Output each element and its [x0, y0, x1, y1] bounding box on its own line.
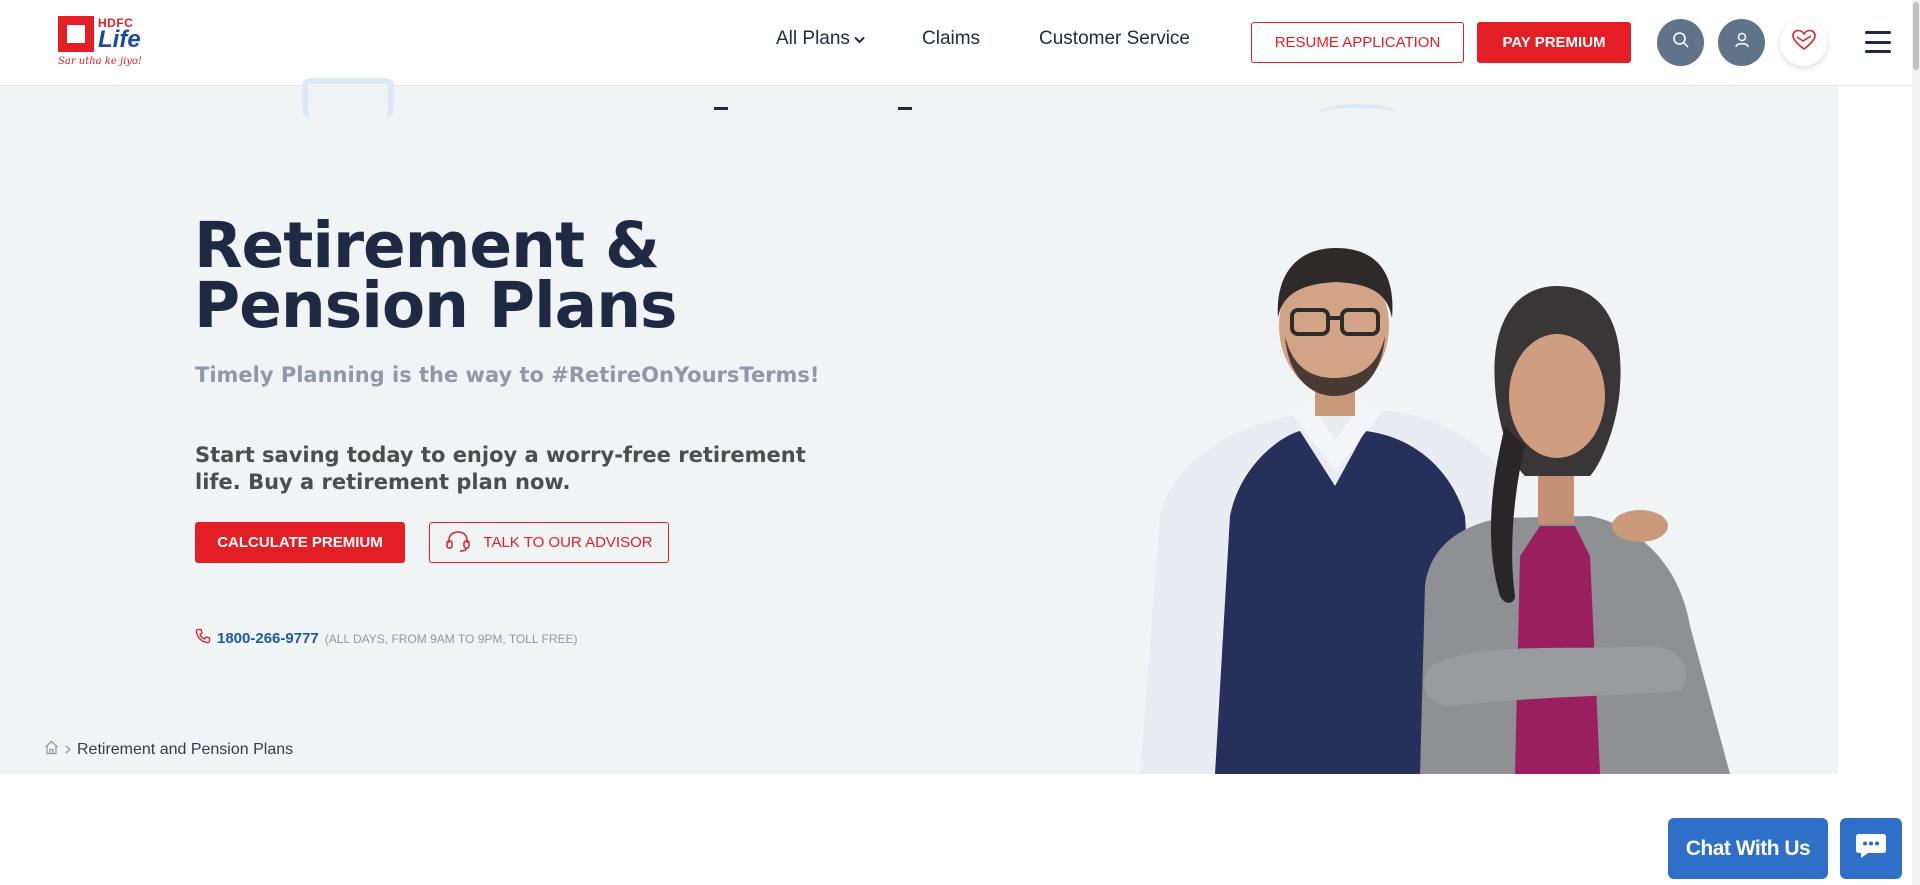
- breadcrumb-separator-icon: [65, 743, 71, 757]
- menu-bar: [1865, 31, 1891, 34]
- page-title: Retirement & Pension Plans: [194, 209, 678, 342]
- nav-all-plans[interactable]: All Plans: [776, 28, 865, 50]
- logo-tagline: Sar utha ke jiyo!: [58, 56, 142, 67]
- nav-claims[interactable]: Claims: [922, 28, 980, 50]
- talk-to-advisor-label: TALK TO OUR ADVISOR: [483, 534, 653, 551]
- menu-bar: [1865, 40, 1891, 44]
- breadcrumb-current: Retirement and Pension Plans: [77, 741, 294, 758]
- hdfc-life-logo[interactable]: HDFC Life Sar utha ke jiyo!: [58, 16, 148, 72]
- nav-all-plans-label: All Plans: [776, 28, 850, 49]
- wishlist-button[interactable]: [1780, 19, 1827, 66]
- nav-customer-service[interactable]: Customer Service: [1039, 28, 1190, 50]
- pay-premium-button[interactable]: PAY PREMIUM: [1477, 22, 1631, 63]
- hamburger-icon[interactable]: [1865, 31, 1891, 53]
- account-button[interactable]: [1718, 19, 1765, 66]
- resume-application-button[interactable]: RESUME APPLICATION: [1251, 22, 1464, 63]
- retired-couple-image: [1140, 248, 1730, 774]
- site-header: HDFC Life Sar utha ke jiyo! All Plans Cl…: [0, 0, 1920, 86]
- logo-name: Life: [98, 26, 141, 53]
- breadcrumb: Retirement and Pension Plans: [44, 740, 293, 760]
- hero-subtitle: Timely Planning is the way to #RetireOnY…: [195, 363, 820, 387]
- calculate-premium-button[interactable]: CALCULATE PREMIUM: [195, 522, 405, 563]
- search-icon: [1672, 31, 1690, 54]
- page: HDFC Life Sar utha ke jiyo! All Plans Cl…: [0, 0, 1920, 885]
- talk-to-advisor-button[interactable]: TALK TO OUR ADVISOR: [429, 522, 669, 563]
- feature-card-icon: [302, 78, 394, 118]
- phone-contact: 1800-266-9777 (ALL DAYS, FROM 9AM TO 9PM…: [195, 628, 578, 649]
- phone-icon: [195, 628, 211, 649]
- hero-description: Start saving today to enjoy a worry-free…: [195, 443, 806, 494]
- headset-icon: [445, 530, 471, 556]
- feature-heading-fragment: [714, 107, 728, 110]
- menu-bar: [1865, 50, 1891, 53]
- heart-icon: [1791, 28, 1817, 57]
- chevron-down-icon: [854, 33, 865, 47]
- chat-with-us-button[interactable]: Chat With Us: [1668, 818, 1828, 879]
- phone-number-link[interactable]: 1800-266-9777: [217, 630, 319, 647]
- features-section: [0, 774, 1920, 885]
- feature-illustration: [1318, 104, 1398, 124]
- chat-bubble-icon: [1854, 831, 1888, 866]
- page-scrollbar-thumb[interactable]: [1913, 2, 1919, 70]
- feature-heading-fragment: [898, 107, 912, 110]
- hero-section: Retirement & Pension Plans Timely Planni…: [0, 86, 1838, 774]
- home-icon[interactable]: [44, 740, 59, 760]
- logo-mark: [58, 16, 94, 52]
- user-icon: [1733, 31, 1751, 54]
- search-button[interactable]: [1657, 19, 1704, 66]
- page-scrollbar[interactable]: [1912, 0, 1920, 885]
- chat-launcher-button[interactable]: [1840, 818, 1902, 879]
- phone-hours-note: (ALL DAYS, FROM 9AM TO 9PM, TOLL FREE): [324, 631, 578, 646]
